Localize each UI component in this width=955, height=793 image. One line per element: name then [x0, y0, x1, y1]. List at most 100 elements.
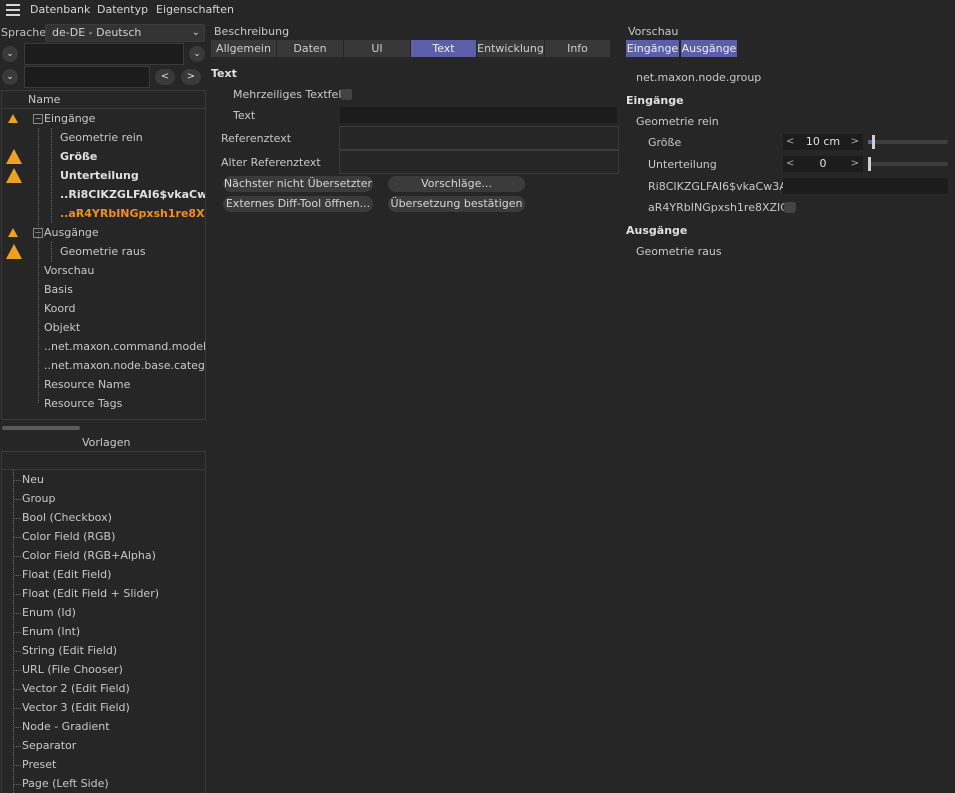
subdivision-stepper[interactable]: < 0 >: [783, 156, 863, 172]
filter-options-button-2[interactable]: [189, 69, 205, 85]
tab-daten[interactable]: Daten: [277, 40, 344, 57]
tree-item[interactable]: ..aR4YRbINGpxsh1re8XZICN: [60, 204, 205, 223]
template-item[interactable]: Bool (Checkbox): [22, 508, 112, 527]
reftext-field: [339, 126, 619, 150]
tab-entwicklung[interactable]: Entwicklung: [477, 40, 545, 57]
template-item[interactable]: Float (Edit Field + Slider): [22, 584, 159, 603]
templates-connector-branch: [14, 727, 21, 728]
size-stepper[interactable]: < 10 cm >: [783, 134, 863, 150]
chevron-right-icon[interactable]: >: [851, 134, 859, 150]
template-item[interactable]: Enum (Id): [22, 603, 76, 622]
templates-connector-branch: [14, 689, 21, 690]
oldref-field: [339, 150, 619, 174]
templates-connector-branch: [14, 708, 21, 709]
next-untranslated-button[interactable]: Nächster nicht Übersetzter: [223, 176, 373, 192]
tree-item-label: Koord: [44, 302, 76, 315]
template-item[interactable]: Page (Left Side): [22, 774, 109, 793]
template-item[interactable]: Group: [22, 489, 56, 508]
search-input[interactable]: [24, 66, 150, 88]
tab-ausgaenge[interactable]: Ausgänge: [681, 40, 737, 57]
tree-item[interactable]: Eingänge: [44, 109, 95, 128]
templates-connector-branch: [14, 480, 21, 481]
warning-icon: [6, 149, 22, 164]
templates-connector-branch: [14, 575, 21, 576]
tab-ui[interactable]: UI: [344, 40, 411, 57]
size-slider-thumb[interactable]: [872, 135, 875, 149]
menu-datentyp[interactable]: Datentyp: [97, 3, 148, 16]
tree-item[interactable]: Ausgänge: [44, 223, 99, 242]
tree-item-label: Unterteilung: [60, 169, 139, 182]
tree-item[interactable]: Basis: [44, 280, 73, 299]
template-item[interactable]: Separator: [22, 736, 76, 755]
menu-datenbank[interactable]: Datenbank: [30, 3, 90, 16]
description-tree[interactable]: Eingänge − Geometrie rein Größe Unterteilung…: [1, 108, 206, 420]
templates-connector-branch: [14, 784, 21, 785]
template-item[interactable]: Neu: [22, 470, 44, 489]
expand-search-button[interactable]: ⌄: [2, 69, 18, 85]
template-item[interactable]: Preset: [22, 755, 56, 774]
chevron-right-icon[interactable]: >: [851, 156, 859, 172]
language-dropdown[interactable]: de-DE - Deutsch ⌄: [45, 24, 205, 42]
geometry-out-label: Geometrie raus: [636, 245, 722, 258]
warning-icon: [6, 244, 22, 259]
template-item[interactable]: Vector 2 (Edit Field): [22, 679, 130, 698]
template-item[interactable]: Enum (Int): [22, 622, 80, 641]
hamburger-menu-icon[interactable]: [6, 4, 20, 16]
collapse-icon[interactable]: −: [33, 114, 43, 124]
tree-item-label: ..net.maxon.command.modeling.c: [44, 340, 206, 353]
subdivision-slider-thumb[interactable]: [868, 157, 871, 171]
string-param-input[interactable]: [783, 178, 948, 194]
tree-item[interactable]: ..net.maxon.command.modeling.c: [44, 337, 206, 356]
tab-info[interactable]: Info: [545, 40, 611, 57]
tree-item[interactable]: Größe: [60, 147, 97, 166]
tree-item[interactable]: Objekt: [44, 318, 80, 337]
middle-title: Beschreibung: [214, 25, 290, 38]
tab-eingaenge[interactable]: Eingänge: [626, 40, 679, 57]
filter-input-1[interactable]: [24, 43, 184, 65]
filter-options-button-1[interactable]: ⌄: [189, 46, 205, 62]
tab-allgemein[interactable]: Allgemein: [211, 40, 277, 57]
tree-item[interactable]: Geometrie rein: [60, 128, 143, 147]
tree-item[interactable]: Geometrie raus: [60, 242, 146, 261]
tree-item[interactable]: Koord: [44, 299, 75, 318]
multiline-checkbox[interactable]: [341, 89, 352, 100]
external-diff-button[interactable]: Externes Diff-Tool öffnen...: [223, 196, 373, 212]
tree-item[interactable]: Resource Name: [44, 375, 130, 394]
previous-button[interactable]: <: [155, 69, 175, 85]
tree-connector: [51, 242, 52, 261]
tree-connector: [38, 128, 39, 403]
templates-list: Neu Group Bool (Checkbox) Color Field (RGB)…: [1, 469, 206, 793]
tree-item[interactable]: Resource Tags: [44, 394, 122, 413]
tree-horizontal-scrollbar[interactable]: [2, 426, 80, 430]
expand-filter-button[interactable]: ⌄: [2, 46, 18, 62]
language-value: de-DE - Deutsch: [52, 26, 142, 39]
text-input[interactable]: [340, 107, 617, 123]
menu-eigenschaften[interactable]: Eigenschaften: [156, 3, 234, 16]
template-item[interactable]: Node - Gradient: [22, 717, 110, 736]
subdivision-slider[interactable]: [868, 162, 948, 166]
template-item[interactable]: Color Field (RGB): [22, 527, 115, 546]
template-item[interactable]: Vector 3 (Edit Field): [22, 698, 130, 717]
tree-item-label: Eingänge: [44, 112, 96, 125]
tree-header: Name: [1, 90, 206, 109]
template-item[interactable]: URL (File Chooser): [22, 660, 123, 679]
confirm-translation-button[interactable]: Übersetzung bestätigen: [388, 196, 525, 212]
template-item[interactable]: Color Field (RGB+Alpha): [22, 546, 156, 565]
size-label: Größe: [648, 136, 682, 149]
chevron-left-icon[interactable]: <: [786, 156, 794, 172]
suggestions-button[interactable]: Vorschläge...: [388, 176, 525, 192]
size-value: 10 cm: [805, 135, 841, 148]
template-item[interactable]: String (Edit Field): [22, 641, 117, 660]
size-slider[interactable]: [868, 140, 948, 144]
tree-item[interactable]: Unterteilung: [60, 166, 139, 185]
tree-item[interactable]: ..net.maxon.node.base.category: [44, 356, 205, 375]
tree-item[interactable]: Vorschau: [44, 261, 94, 280]
template-item[interactable]: Float (Edit Field): [22, 565, 111, 584]
tab-text[interactable]: Text: [411, 40, 477, 57]
preview-title: Vorschau: [628, 25, 679, 38]
templates-connector-branch: [14, 746, 21, 747]
bool-param-checkbox[interactable]: [784, 202, 795, 213]
tree-item[interactable]: ..Ri8CIKZGLFAI6$vkaCw3AK: [60, 185, 205, 204]
chevron-left-icon[interactable]: <: [786, 134, 794, 150]
tree-item-label: Objekt: [44, 321, 81, 334]
